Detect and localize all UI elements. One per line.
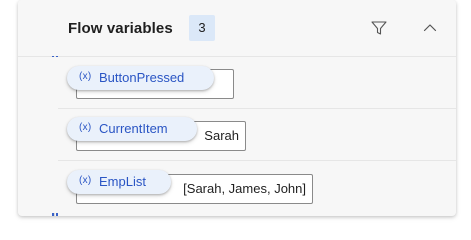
variable-icon: (x) xyxy=(79,175,92,186)
variable-icon: (x) xyxy=(79,122,92,133)
variable-row-emplist[interactable]: [Sarah, James, John] (x) EmpList xyxy=(18,161,456,213)
variable-count-badge: 3 xyxy=(189,15,215,41)
variable-value: Sarah xyxy=(204,128,239,143)
filter-icon xyxy=(371,21,387,35)
chevron-up-icon xyxy=(423,24,437,32)
variable-name: EmpList xyxy=(99,174,146,189)
variable-row-currentitem[interactable]: Sarah (x) CurrentItem xyxy=(18,109,456,161)
variable-icon: (x) xyxy=(79,71,92,82)
variable-name: CurrentItem xyxy=(99,121,168,136)
panel-header[interactable]: Flow variables 3 xyxy=(18,0,456,57)
filter-button[interactable] xyxy=(367,16,391,40)
variable-pill-buttonpressed[interactable]: (x) ButtonPressed xyxy=(67,66,214,90)
variable-value: [Sarah, James, John] xyxy=(183,181,306,196)
flow-variables-panel: Flow variables 3 (x) ButtonPressed Sarah… xyxy=(18,0,456,216)
collapse-button[interactable] xyxy=(418,16,442,40)
variable-pill-currentitem[interactable]: (x) CurrentItem xyxy=(67,117,197,141)
variable-pill-emplist[interactable]: (x) EmpList xyxy=(67,170,171,194)
flow-variables-stage: Flow variables 3 (x) ButtonPressed Sarah… xyxy=(0,0,471,234)
variable-row-buttonpressed[interactable]: (x) ButtonPressed xyxy=(18,57,456,109)
variable-name: ButtonPressed xyxy=(99,70,185,85)
panel-title: Flow variables xyxy=(68,20,173,37)
